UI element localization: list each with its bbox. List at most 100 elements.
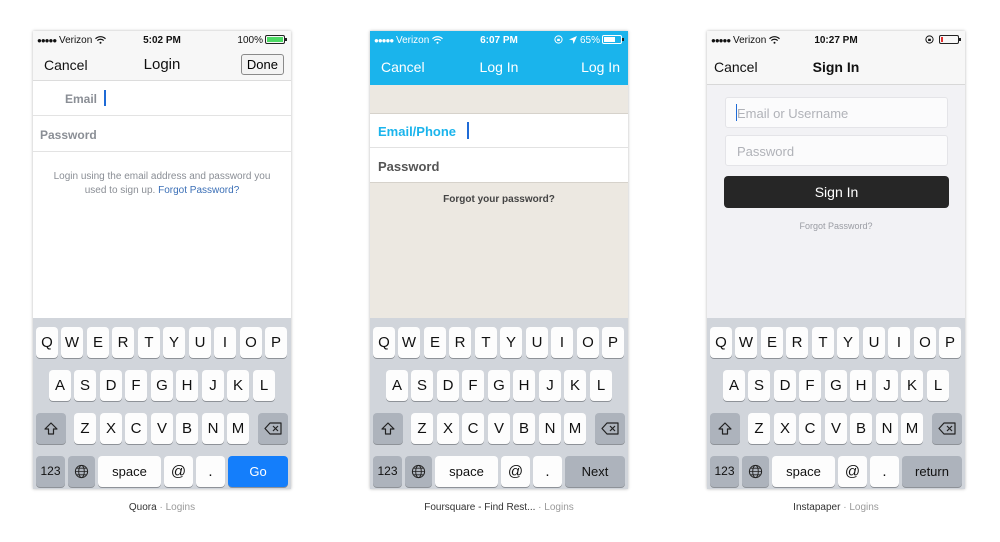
email-field[interactable]: Email	[33, 81, 291, 116]
key-t[interactable]: T	[812, 327, 834, 358]
key-y[interactable]: Y	[837, 327, 859, 358]
at-key[interactable]: @	[838, 456, 867, 487]
key-g[interactable]: G	[825, 370, 847, 401]
done-button[interactable]: Done	[240, 54, 284, 75]
key-z[interactable]: Z	[74, 413, 96, 444]
key-i[interactable]: I	[888, 327, 910, 358]
key-o[interactable]: O	[577, 327, 599, 358]
key-h[interactable]: H	[850, 370, 872, 401]
password-input[interactable]: Password	[725, 135, 948, 166]
globe-key[interactable]	[742, 456, 769, 487]
key-w[interactable]: W	[398, 327, 420, 358]
key-b[interactable]: B	[176, 413, 198, 444]
key-c[interactable]: C	[125, 413, 147, 444]
key-k[interactable]: K	[564, 370, 586, 401]
key-v[interactable]: V	[825, 413, 847, 444]
key-i[interactable]: I	[214, 327, 236, 358]
backspace-key[interactable]	[932, 413, 962, 444]
key-s[interactable]: S	[748, 370, 770, 401]
key-i[interactable]: I	[551, 327, 573, 358]
backspace-key[interactable]	[595, 413, 625, 444]
key-n[interactable]: N	[202, 413, 224, 444]
key-s[interactable]: S	[411, 370, 433, 401]
key-g[interactable]: G	[151, 370, 173, 401]
numbers-key[interactable]: 123	[373, 456, 402, 487]
key-y[interactable]: Y	[163, 327, 185, 358]
backspace-key[interactable]	[258, 413, 288, 444]
key-w[interactable]: W	[61, 327, 83, 358]
key-w[interactable]: W	[735, 327, 757, 358]
key-o[interactable]: O	[240, 327, 262, 358]
key-d[interactable]: D	[774, 370, 796, 401]
key-q[interactable]: Q	[710, 327, 732, 358]
at-key[interactable]: @	[501, 456, 530, 487]
key-x[interactable]: X	[437, 413, 459, 444]
key-c[interactable]: C	[799, 413, 821, 444]
key-b[interactable]: B	[513, 413, 535, 444]
key-d[interactable]: D	[437, 370, 459, 401]
key-p[interactable]: P	[265, 327, 287, 358]
dot-key[interactable]: .	[196, 456, 225, 487]
key-l[interactable]: L	[253, 370, 275, 401]
app-name[interactable]: Quora	[129, 502, 157, 513]
dot-key[interactable]: .	[870, 456, 899, 487]
key-f[interactable]: F	[125, 370, 147, 401]
category-label[interactable]: Logins	[166, 502, 195, 513]
key-u[interactable]: U	[863, 327, 885, 358]
key-j[interactable]: J	[202, 370, 224, 401]
log-in-button[interactable]: Log In	[581, 59, 620, 75]
key-r[interactable]: R	[786, 327, 808, 358]
key-y[interactable]: Y	[500, 327, 522, 358]
key-c[interactable]: C	[462, 413, 484, 444]
key-h[interactable]: H	[513, 370, 535, 401]
key-g[interactable]: G	[488, 370, 510, 401]
space-key[interactable]: space	[772, 456, 835, 487]
app-name[interactable]: Foursquare - Find Rest...	[424, 502, 535, 513]
key-a[interactable]: A	[386, 370, 408, 401]
key-u[interactable]: U	[189, 327, 211, 358]
key-u[interactable]: U	[526, 327, 548, 358]
next-key[interactable]: Next	[565, 456, 625, 487]
key-t[interactable]: T	[475, 327, 497, 358]
key-r[interactable]: R	[112, 327, 134, 358]
shift-key[interactable]	[36, 413, 66, 444]
key-o[interactable]: O	[914, 327, 936, 358]
key-b[interactable]: B	[850, 413, 872, 444]
key-k[interactable]: K	[227, 370, 249, 401]
password-field[interactable]: Password	[370, 148, 628, 183]
key-k[interactable]: K	[901, 370, 923, 401]
key-t[interactable]: T	[138, 327, 160, 358]
key-q[interactable]: Q	[373, 327, 395, 358]
forgot-password-link[interactable]: Forgot Password?	[158, 185, 239, 196]
key-m[interactable]: M	[901, 413, 923, 444]
forgot-password-link[interactable]: Forgot your password?	[370, 194, 628, 205]
key-e[interactable]: E	[424, 327, 446, 358]
go-key[interactable]: Go	[228, 456, 288, 487]
key-e[interactable]: E	[87, 327, 109, 358]
numbers-key[interactable]: 123	[710, 456, 739, 487]
forgot-password-link[interactable]: Forgot Password?	[707, 221, 965, 231]
shift-key[interactable]	[710, 413, 740, 444]
key-z[interactable]: Z	[748, 413, 770, 444]
space-key[interactable]: space	[435, 456, 498, 487]
key-x[interactable]: X	[774, 413, 796, 444]
key-v[interactable]: V	[151, 413, 173, 444]
numbers-key[interactable]: 123	[36, 456, 65, 487]
key-f[interactable]: F	[462, 370, 484, 401]
key-v[interactable]: V	[488, 413, 510, 444]
email-phone-field[interactable]: Email/Phone	[370, 113, 628, 148]
shift-key[interactable]	[373, 413, 403, 444]
globe-key[interactable]	[68, 456, 95, 487]
key-n[interactable]: N	[876, 413, 898, 444]
key-e[interactable]: E	[761, 327, 783, 358]
key-p[interactable]: P	[939, 327, 961, 358]
key-a[interactable]: A	[49, 370, 71, 401]
category-label[interactable]: Logins	[544, 502, 573, 513]
key-r[interactable]: R	[449, 327, 471, 358]
key-m[interactable]: M	[227, 413, 249, 444]
space-key[interactable]: space	[98, 456, 161, 487]
app-name[interactable]: Instapaper	[793, 502, 840, 513]
key-m[interactable]: M	[564, 413, 586, 444]
at-key[interactable]: @	[164, 456, 193, 487]
key-s[interactable]: S	[74, 370, 96, 401]
